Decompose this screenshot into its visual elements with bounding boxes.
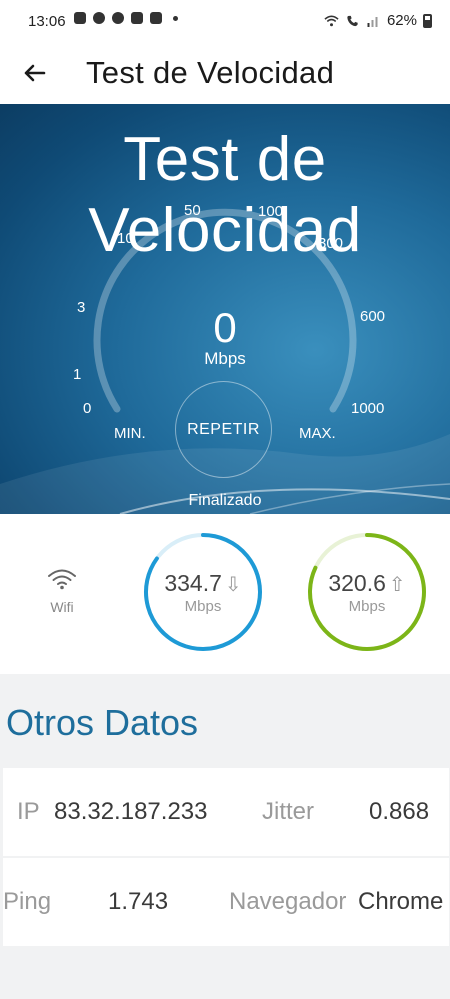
battery-percent: 62% — [386, 12, 417, 29]
tick-label: 300 — [318, 235, 344, 252]
wifi-status-icon — [324, 15, 339, 26]
data-row: Ping 1.743 Navegador Chrome — [3, 858, 449, 946]
tick-label: 100 — [258, 203, 284, 220]
test-status: Finalizado — [188, 492, 262, 509]
tick-label: 50 — [184, 202, 201, 219]
wifi-icon — [48, 569, 76, 590]
status-bar: 13:06 62% — [0, 0, 450, 44]
tick-label: 1000 — [351, 400, 385, 417]
more-notifications-icon — [173, 15, 178, 21]
other-data-title: Otros Datos — [6, 702, 199, 743]
download-gauge: 334.7 ⇩ Mbps — [141, 530, 265, 654]
status-right: 62% — [324, 12, 432, 29]
notification-icon — [112, 12, 124, 24]
jitter-value: 0.868 — [369, 798, 430, 825]
ip-value: 83.32.187.233 — [54, 798, 208, 825]
ip-label: IP — [17, 798, 40, 825]
browser-label: Navegador — [229, 888, 347, 915]
signal-icon — [367, 16, 378, 27]
repeat-button[interactable]: REPETIR — [175, 381, 272, 478]
notification-icons — [74, 12, 178, 24]
tick-label: 10 — [117, 230, 134, 247]
arrow-left-icon[interactable] — [20, 58, 50, 88]
repeat-button-label: REPETIR — [187, 420, 260, 438]
notification-icon — [131, 12, 143, 24]
speed-value: 0 — [213, 304, 237, 351]
browser-value: Chrome — [358, 888, 444, 915]
app-toolbar: Test de Velocidad — [0, 44, 450, 104]
status-time: 13:06 — [28, 13, 66, 30]
call-icon — [347, 15, 358, 26]
speedometer-panel: Test de Velocidad 0 1 3 10 50 100 300 60… — [0, 104, 450, 514]
page-title: Test de Velocidad — [86, 55, 335, 90]
mail-icon — [150, 12, 162, 24]
min-label: MIN. — [114, 425, 146, 442]
arrow-down-icon: ⇩ — [224, 574, 242, 596]
data-row: IP 83.32.187.233 Jitter 0.868 — [3, 768, 449, 856]
results-panel: Wifi 334.7 ⇩ Mbps 320.6 ⇧ Mbps — [0, 514, 450, 674]
upload-value: 320.6 — [328, 570, 386, 596]
ping-label: Ping — [3, 888, 52, 915]
notification-icon — [93, 12, 105, 24]
upload-gauge: 320.6 ⇧ Mbps — [305, 530, 429, 654]
download-value: 334.7 — [164, 570, 222, 596]
ping-value: 1.743 — [108, 888, 169, 915]
upload-unit: Mbps — [348, 598, 386, 615]
hero-title: Test de Velocidad — [88, 125, 362, 265]
connection-type: Wifi — [38, 568, 86, 615]
speed-unit: Mbps — [204, 349, 246, 368]
connection-label: Wifi — [50, 599, 74, 615]
download-unit: Mbps — [184, 598, 222, 615]
notification-icon — [74, 12, 86, 24]
jitter-label: Jitter — [262, 798, 315, 825]
tick-label: 0 — [83, 400, 92, 417]
battery-icon — [423, 13, 432, 28]
max-label: MAX. — [299, 425, 336, 442]
arrow-up-icon: ⇧ — [388, 574, 406, 596]
